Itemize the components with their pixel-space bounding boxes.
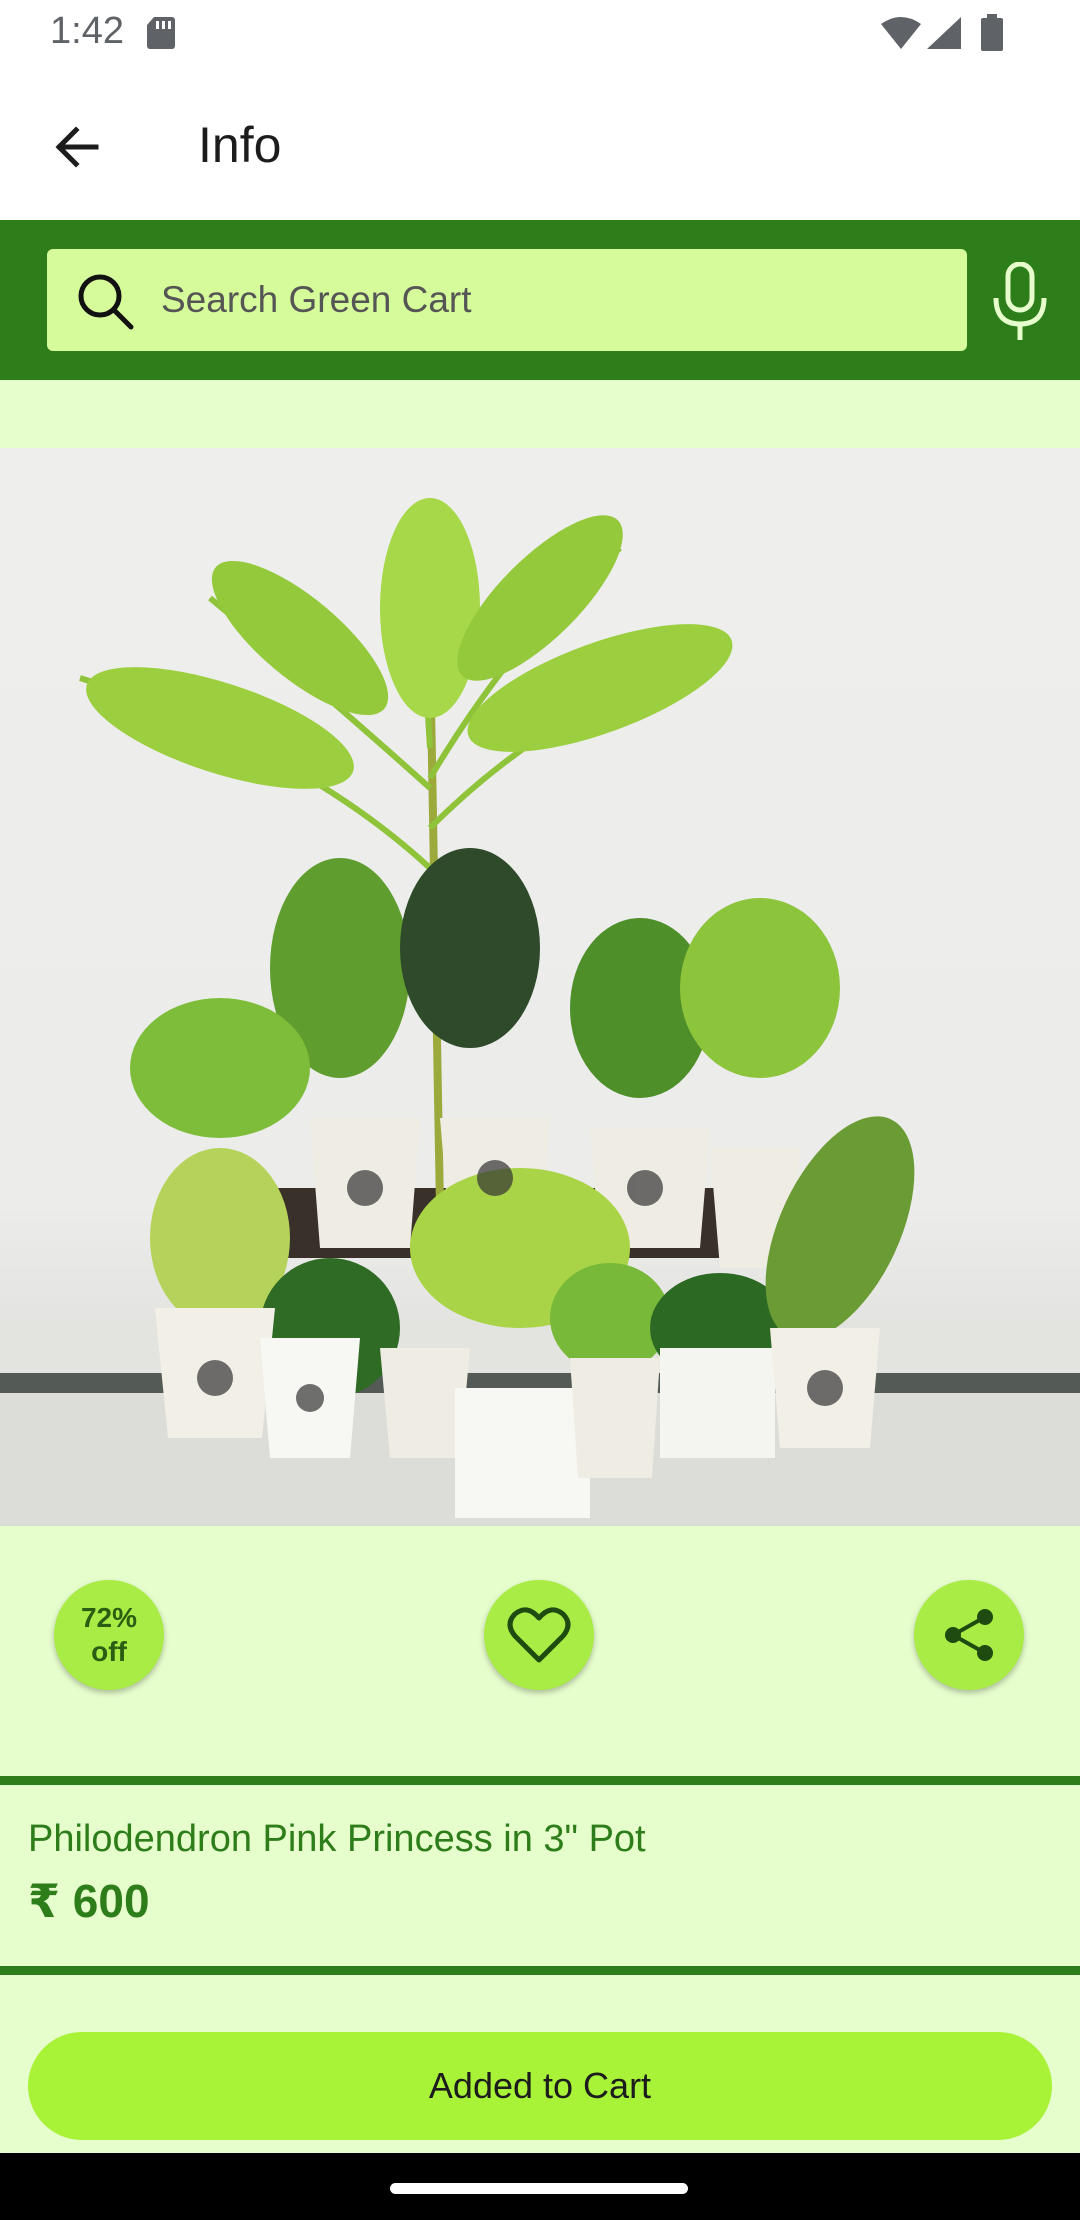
search-box[interactable]	[47, 249, 967, 351]
heart-outline-icon	[507, 1607, 571, 1663]
sd-card-icon	[147, 17, 175, 49]
product-price: ₹ 600	[28, 1875, 150, 1927]
search-band	[0, 220, 1080, 380]
divider-top	[0, 1776, 1080, 1785]
added-to-cart-button[interactable]: Added to Cart	[28, 2032, 1052, 2140]
status-time: 1:42	[50, 10, 124, 52]
action-row: 72% off	[0, 1580, 1080, 1740]
wifi-icon	[881, 17, 921, 49]
status-bar: 1:42	[0, 0, 1080, 66]
discount-text: 72% off	[80, 1602, 138, 1667]
divider-bottom	[0, 1966, 1080, 1975]
back-button[interactable]	[40, 110, 114, 184]
share-button[interactable]	[914, 1580, 1024, 1690]
battery-icon	[981, 14, 1003, 51]
signal-icon	[927, 17, 961, 49]
discount-badge: 72% off	[54, 1580, 164, 1690]
arrow-back-icon	[55, 126, 99, 168]
product-image	[0, 448, 1080, 1526]
mic-icon[interactable]	[988, 262, 1052, 342]
app-bar: Info	[0, 66, 1080, 220]
share-icon	[945, 1609, 993, 1661]
search-input[interactable]	[161, 249, 941, 351]
product-name: Philodendron Pink Princess in 3" Pot	[28, 1818, 646, 1860]
search-icon	[78, 274, 134, 330]
plants-illustration	[0, 498, 1080, 1526]
home-gesture-pill[interactable]	[390, 2183, 688, 2194]
system-nav-bar	[0, 2153, 1080, 2220]
favorite-button[interactable]	[484, 1580, 594, 1690]
product-content: 72% off Philodendron Pink Princess in 3"…	[0, 380, 1080, 2153]
page-title: Info	[198, 117, 282, 173]
